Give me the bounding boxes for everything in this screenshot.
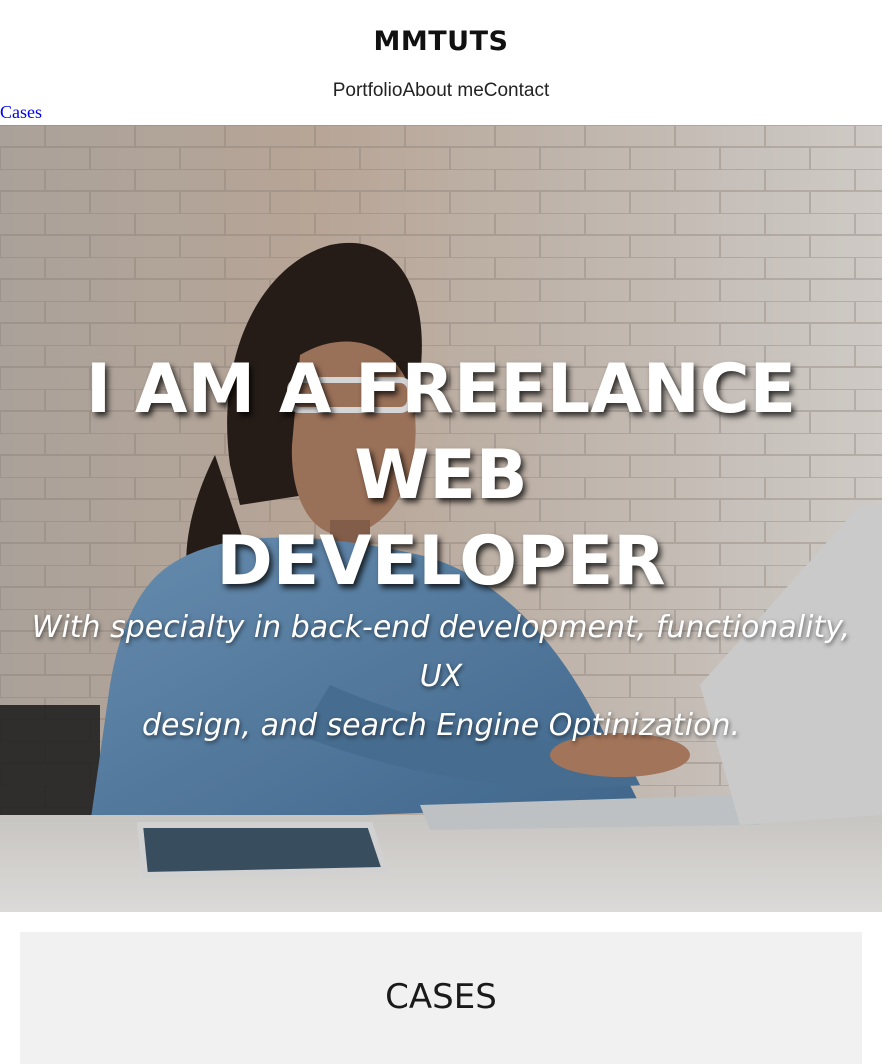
site-logo[interactable]: MMTUTS [0, 22, 882, 62]
hero-banner: I AM A FREELANCE WEB DEVELOPER With spec… [0, 125, 882, 912]
nav-item-contact[interactable]: Contact [484, 80, 549, 101]
hero-subtitle-line: With specialty in back-end development, … [31, 610, 851, 694]
cases-heading: CASES [385, 977, 497, 1017]
hero-subtitle: With specialty in back-end development, … [20, 603, 862, 750]
nav-item-portfolio[interactable]: Portfolio [333, 80, 403, 101]
nav-item-about-me[interactable]: About me [402, 80, 483, 101]
hero-title-line: DEVELOPER [216, 522, 666, 601]
cases-link[interactable]: Cases [0, 101, 42, 123]
main-nav: PortfolioAbout meContact [0, 78, 882, 104]
site-header: MMTUTS PortfolioAbout meContact [0, 0, 882, 104]
hero-title: I AM A FREELANCE WEB DEVELOPER [0, 347, 882, 605]
cases-section: CASES [20, 932, 862, 1064]
hero-title-line: WEB [354, 436, 528, 515]
hero-title-line: I AM A FREELANCE [85, 350, 797, 429]
hero-subtitle-line: design, and search Engine Optinization. [141, 708, 740, 743]
